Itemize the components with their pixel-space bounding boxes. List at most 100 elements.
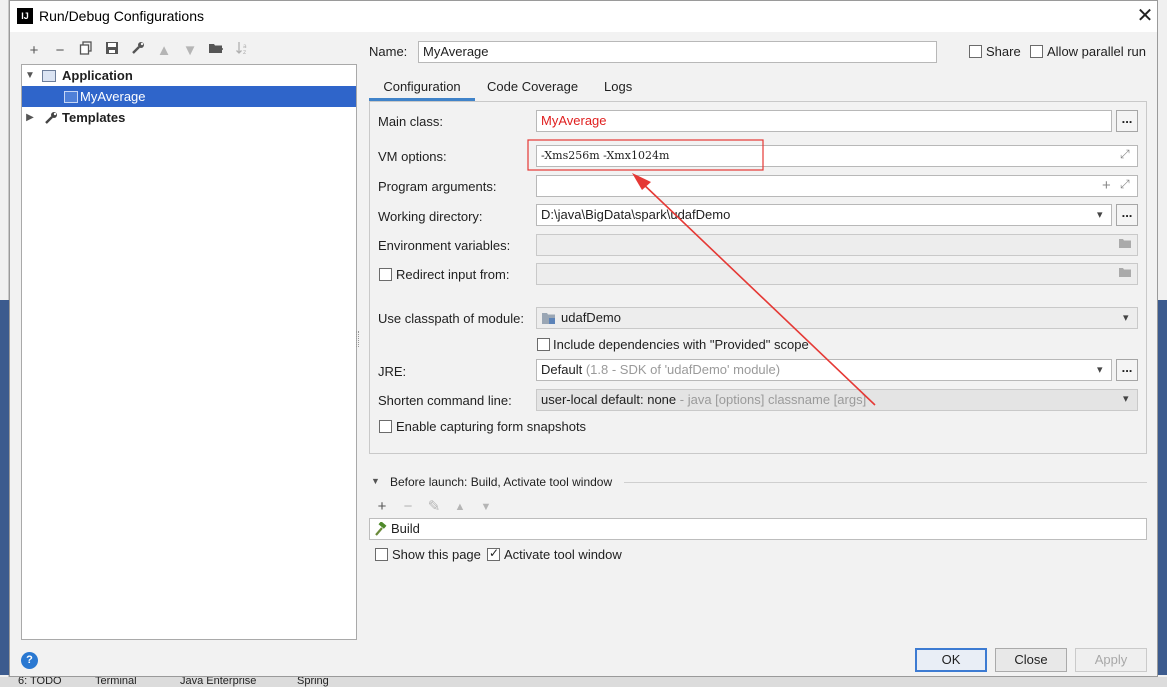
main-class-input[interactable]: MyAverage xyxy=(536,110,1112,132)
before-launch-list[interactable]: Build xyxy=(369,518,1147,540)
folder-icon[interactable] xyxy=(1118,237,1132,252)
module-icon xyxy=(541,312,556,328)
share-label: Share xyxy=(986,44,1021,59)
vm-options-input[interactable]: -Xms256m -Xmx1024m xyxy=(536,145,1138,167)
tree-item-label: Templates xyxy=(62,110,126,125)
edit-icon[interactable]: ✎ xyxy=(424,497,444,517)
remove-icon[interactable]: − xyxy=(50,41,70,61)
shorten-detail: - java [options] classname [args] xyxy=(679,392,867,407)
folder-icon[interactable] xyxy=(206,41,226,61)
hammer-icon xyxy=(373,521,387,539)
ok-button[interactable]: OK xyxy=(915,648,987,672)
save-icon[interactable] xyxy=(102,41,122,61)
move-up-icon[interactable]: ▲ xyxy=(154,41,174,61)
redirect-input-checkbox[interactable] xyxy=(379,268,392,281)
environment-variables-input[interactable] xyxy=(536,234,1138,256)
close-window-button[interactable]: ✕ xyxy=(1134,4,1156,28)
application-icon xyxy=(42,70,56,82)
working-directory-browse-button[interactable]: ... xyxy=(1116,204,1138,226)
title-bar: IJ Run/Debug Configurations ✕ xyxy=(10,1,1157,32)
jre-value: Default xyxy=(541,362,583,377)
activate-tool-window-label: Activate tool window xyxy=(504,547,622,562)
run-debug-dialog: IJ Run/Debug Configurations ✕ + − ▲ ▼ az… xyxy=(9,0,1158,677)
jre-browse-button[interactable]: ... xyxy=(1116,359,1138,381)
activate-tool-window-checkbox[interactable] xyxy=(487,546,500,561)
chevron-down-icon[interactable]: ▾ xyxy=(1123,311,1129,324)
tree-item-label: Application xyxy=(62,68,133,83)
help-button[interactable]: ? xyxy=(21,652,38,669)
expand-icon[interactable]: ⤢ xyxy=(1120,177,1130,192)
add-macro-icon[interactable]: + xyxy=(1102,177,1111,194)
show-this-page-label: Show this page xyxy=(392,547,481,562)
allow-parallel-label: Allow parallel run xyxy=(1047,44,1146,59)
remove-icon[interactable]: − xyxy=(398,497,418,517)
program-arguments-label: Program arguments: xyxy=(378,179,497,194)
jre-detail: (1.8 - SDK of 'udafDemo' module) xyxy=(585,362,781,377)
before-launch-item-build[interactable]: Build xyxy=(391,521,420,536)
apply-button[interactable]: Apply xyxy=(1075,648,1147,672)
chevron-down-icon[interactable]: ▼ xyxy=(371,476,380,486)
classpath-module-label: Use classpath of module: xyxy=(378,311,524,326)
move-down-icon[interactable]: ▼ xyxy=(476,497,496,517)
intellij-app-icon: IJ xyxy=(17,8,33,24)
working-directory-input[interactable]: D:\java\BigData\spark\udafDemo xyxy=(536,204,1112,226)
working-directory-label: Working directory: xyxy=(378,209,483,224)
tree-item-templates[interactable]: ▶ Templates xyxy=(22,107,356,128)
tree-item-application[interactable]: ▼ Application xyxy=(22,65,356,86)
sort-icon[interactable]: az xyxy=(232,41,252,61)
expand-icon[interactable]: ⤢ xyxy=(1120,147,1130,162)
window-title: Run/Debug Configurations xyxy=(39,8,204,24)
name-label: Name: xyxy=(369,44,408,59)
include-provided-checkbox[interactable] xyxy=(537,338,550,351)
application-icon xyxy=(64,91,78,103)
chevron-down-icon[interactable]: ▾ xyxy=(1123,392,1129,405)
copy-icon[interactable] xyxy=(76,41,96,61)
bottom-tab-terminal[interactable]: Terminal xyxy=(95,677,137,687)
bottom-tab-java-enterprise[interactable]: Java Enterprise xyxy=(180,677,256,687)
chevron-down-icon[interactable]: ▾ xyxy=(1097,363,1103,376)
main-class-label: Main class: xyxy=(378,114,444,129)
show-this-page-checkbox[interactable] xyxy=(375,548,388,561)
chevron-right-icon[interactable]: ▶ xyxy=(24,107,36,128)
add-icon[interactable]: + xyxy=(24,41,44,61)
ide-background-left xyxy=(0,0,9,687)
before-launch-header: Before launch: Build, Activate tool wind… xyxy=(390,475,613,489)
ide-bottom-tool-strip: 6: TODO Terminal Java Enterprise Spring xyxy=(0,677,1167,687)
redirect-input-field[interactable] xyxy=(536,263,1138,285)
bottom-tab-todo[interactable]: 6: TODO xyxy=(18,677,62,687)
classpath-module-select[interactable]: udafDemo xyxy=(536,307,1138,329)
move-up-icon[interactable]: ▲ xyxy=(450,497,470,517)
configuration-tree[interactable]: ▼ Application MyAverage ▶ Templates xyxy=(21,64,357,640)
folder-icon[interactable] xyxy=(1118,266,1132,281)
program-arguments-input[interactable] xyxy=(536,175,1138,197)
move-down-icon[interactable]: ▼ xyxy=(180,41,200,61)
main-class-browse-button[interactable]: ... xyxy=(1116,110,1138,132)
enable-snapshots-checkbox[interactable] xyxy=(379,420,392,433)
tree-item-myaverage[interactable]: MyAverage xyxy=(22,86,356,107)
tab-code-coverage[interactable]: Code Coverage xyxy=(487,77,578,101)
tab-configuration[interactable]: Configuration xyxy=(369,77,475,101)
tab-logs[interactable]: Logs xyxy=(604,77,632,101)
jre-label: JRE: xyxy=(378,364,407,379)
environment-variables-label: Environment variables: xyxy=(378,238,511,253)
bottom-tab-spring[interactable]: Spring xyxy=(297,677,329,687)
jre-select[interactable]: Default (1.8 - SDK of 'udafDemo' module) xyxy=(536,359,1112,381)
wrench-icon[interactable] xyxy=(128,41,148,61)
svg-text:z: z xyxy=(243,49,246,55)
shorten-command-line-label: Shorten command line: xyxy=(378,393,512,408)
include-provided-label: Include dependencies with "Provided" sco… xyxy=(553,337,809,352)
wrench-icon xyxy=(44,110,58,131)
enable-snapshots-label: Enable capturing form snapshots xyxy=(396,419,587,434)
close-button[interactable]: Close xyxy=(995,648,1067,672)
share-checkbox[interactable] xyxy=(969,45,982,58)
allow-parallel-checkbox[interactable] xyxy=(1030,45,1043,58)
tree-item-label: MyAverage xyxy=(80,89,146,104)
shorten-command-line-select[interactable]: user-local default: none - java [options… xyxy=(536,389,1138,411)
splitter-handle[interactable] xyxy=(356,331,359,347)
vm-options-label: VM options: xyxy=(378,149,447,164)
chevron-down-icon[interactable]: ▾ xyxy=(1097,208,1103,221)
separator xyxy=(624,482,1147,483)
chevron-down-icon[interactable]: ▼ xyxy=(24,65,36,86)
add-icon[interactable]: + xyxy=(372,497,392,517)
name-input[interactable]: MyAverage xyxy=(418,41,937,63)
